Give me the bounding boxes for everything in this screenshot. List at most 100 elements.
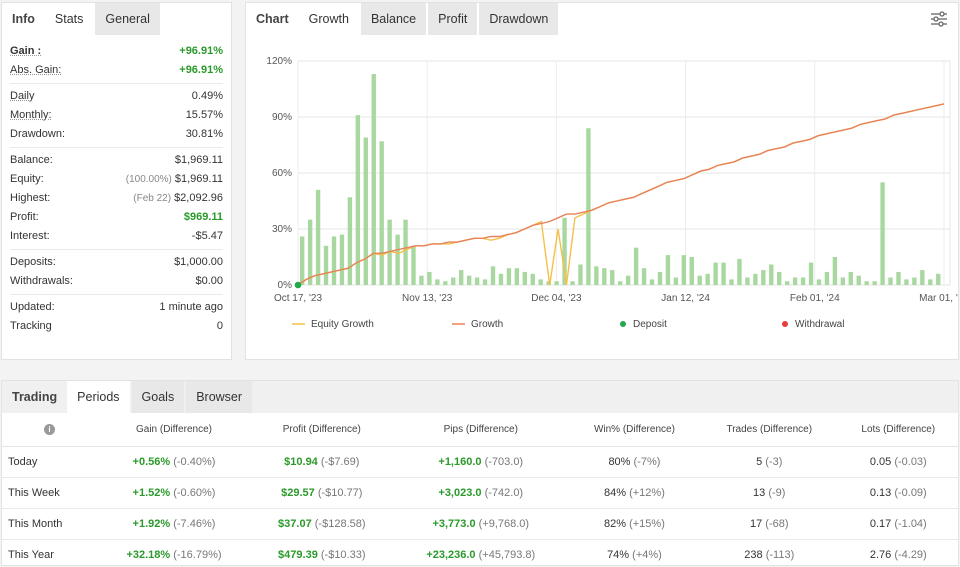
column-header: i [2,413,97,447]
tab-general[interactable]: General [95,3,160,35]
bar [315,189,321,285]
bar [602,268,607,285]
chart-tabs: Chart Growth Balance Profit Drawdown [246,3,958,35]
tab-trading[interactable]: Trading [2,381,68,413]
chart-panel: Chart Growth Balance Profit Drawdown 0% 3… [245,2,959,360]
bar [784,281,790,285]
bar [705,273,710,285]
y-tick-label: 30% [272,224,292,235]
cell-value: $37.07 [278,517,312,530]
bar [610,270,615,285]
bar [323,245,329,285]
legend-label[interactable]: Equity Growth [311,319,374,330]
bar [673,277,679,285]
cell-value: 74% [607,548,630,561]
bar [928,279,933,285]
column-header: Win% (Difference) [568,413,700,447]
bar [681,255,687,285]
stat-label: Balance: [10,153,53,166]
bar [427,271,432,285]
legend-swatch [782,321,788,327]
stat-label[interactable]: Gain : [10,45,41,57]
table-row: Today +0.56% (-0.40%) $10.94 (-$7.69) +1,16… [2,446,958,478]
legend-label[interactable]: Withdrawal [795,319,844,330]
periods-tabs: Trading Periods Goals Browser [2,381,958,413]
bar [618,281,623,285]
period-name: This Month [2,508,97,540]
tab-growth[interactable]: Growth [298,3,359,35]
bar [697,275,702,285]
tab-periods[interactable]: Periods [67,381,130,413]
tab-balance[interactable]: Balance [360,3,427,35]
bar [920,270,925,285]
cell-value: 82% [604,517,627,530]
cell-difference: (-16.79%) [173,548,222,561]
column-header: Lots (Difference) [838,413,958,447]
x-tick-label: Jan 12, '24 [661,293,710,304]
cell-difference: (-68) [765,517,789,530]
stat-row: Daily 0.49% [10,86,223,105]
stat-value: 15.57% [185,108,223,121]
cell-difference: (-703.0) [484,455,524,468]
stats-group: Balance: $1,969.11 Equity: (100.00%) $1,969.… [10,148,223,250]
stat-label[interactable]: Monthly: [10,109,52,121]
cell-difference: (+9,768.0) [478,517,530,530]
cell-difference: (-113) [765,548,795,561]
table-cell: 0.13 (-0.09) [838,477,958,509]
sliders-icon[interactable] [930,11,948,27]
stat-value: -$5.47 [191,229,223,242]
bar [633,247,639,285]
tab-info[interactable]: Info [2,3,45,35]
tab-chart[interactable]: Chart [246,3,299,35]
stat-row: Equity: (100.00%) $1,969.11 [10,169,223,188]
cell-difference: (-0.09) [894,486,927,499]
tab-profit[interactable]: Profit [428,3,478,35]
cell-difference: (-$128.58) [314,517,366,530]
stat-value: 0 [216,319,223,332]
table-cell: +1.52% (-0.60%) [97,477,251,509]
table-cell: 5 (-3) [699,446,839,478]
bar [554,281,559,285]
bar [530,273,535,285]
x-tick-label: Nov 13, '23 [402,293,453,304]
bar [586,128,591,285]
tab-stats[interactable]: Stats [44,3,94,35]
bar [912,277,917,285]
bar [435,279,440,285]
cell-difference: (-7%) [633,455,661,468]
x-tick-label: Mar 01, '24 [919,293,958,304]
stats-group: Daily 0.49% Monthly: 15.57% Drawdown: 30.81% [10,84,223,148]
cell-difference: (-0.03) [894,455,927,468]
stat-value: 1 minute ago [159,300,223,313]
stat-label[interactable]: Abs. Gain: [10,64,61,76]
stat-value: $1,969.11 [174,153,223,166]
y-tick-label: 90% [272,112,292,123]
tab-drawdown[interactable]: Drawdown [479,3,559,35]
periods-panel: Trading Periods Goals Browser i Gain (Dif… [1,380,959,566]
stat-row: Abs. Gain: +96.91% [10,60,223,79]
stat-label: Highest: [10,191,51,204]
bar [443,281,448,285]
legend-label[interactable]: Deposit [633,319,667,330]
x-tick-label: Dec 04, '23 [531,293,582,304]
tab-goals[interactable]: Goals [131,381,185,413]
table-row: This Week +1.52% (-0.60%) $29.57 (-$10.77)… [2,477,958,509]
cell-value: 0.13 [869,486,892,499]
y-tick-label: 0% [278,280,293,291]
stat-value: $969.11 [183,210,223,223]
bar [451,277,456,285]
legend-label[interactable]: Growth [471,319,503,330]
period-name: This Year [8,548,54,561]
bar [848,271,853,285]
tab-browser[interactable]: Browser [186,381,253,413]
column-header: Trades (Difference) [699,413,839,447]
bar [808,262,814,285]
info-icon[interactable]: i [44,423,55,435]
stat-row: Balance: $1,969.11 [10,150,223,169]
bar [490,266,496,285]
series-line [297,103,945,286]
bar [856,275,861,285]
periods-header-row: i Gain (Difference) Profit (Difference) Pip… [2,413,958,447]
x-tick-label: Feb 01, '24 [790,293,840,304]
stat-label[interactable]: Daily [10,90,34,102]
